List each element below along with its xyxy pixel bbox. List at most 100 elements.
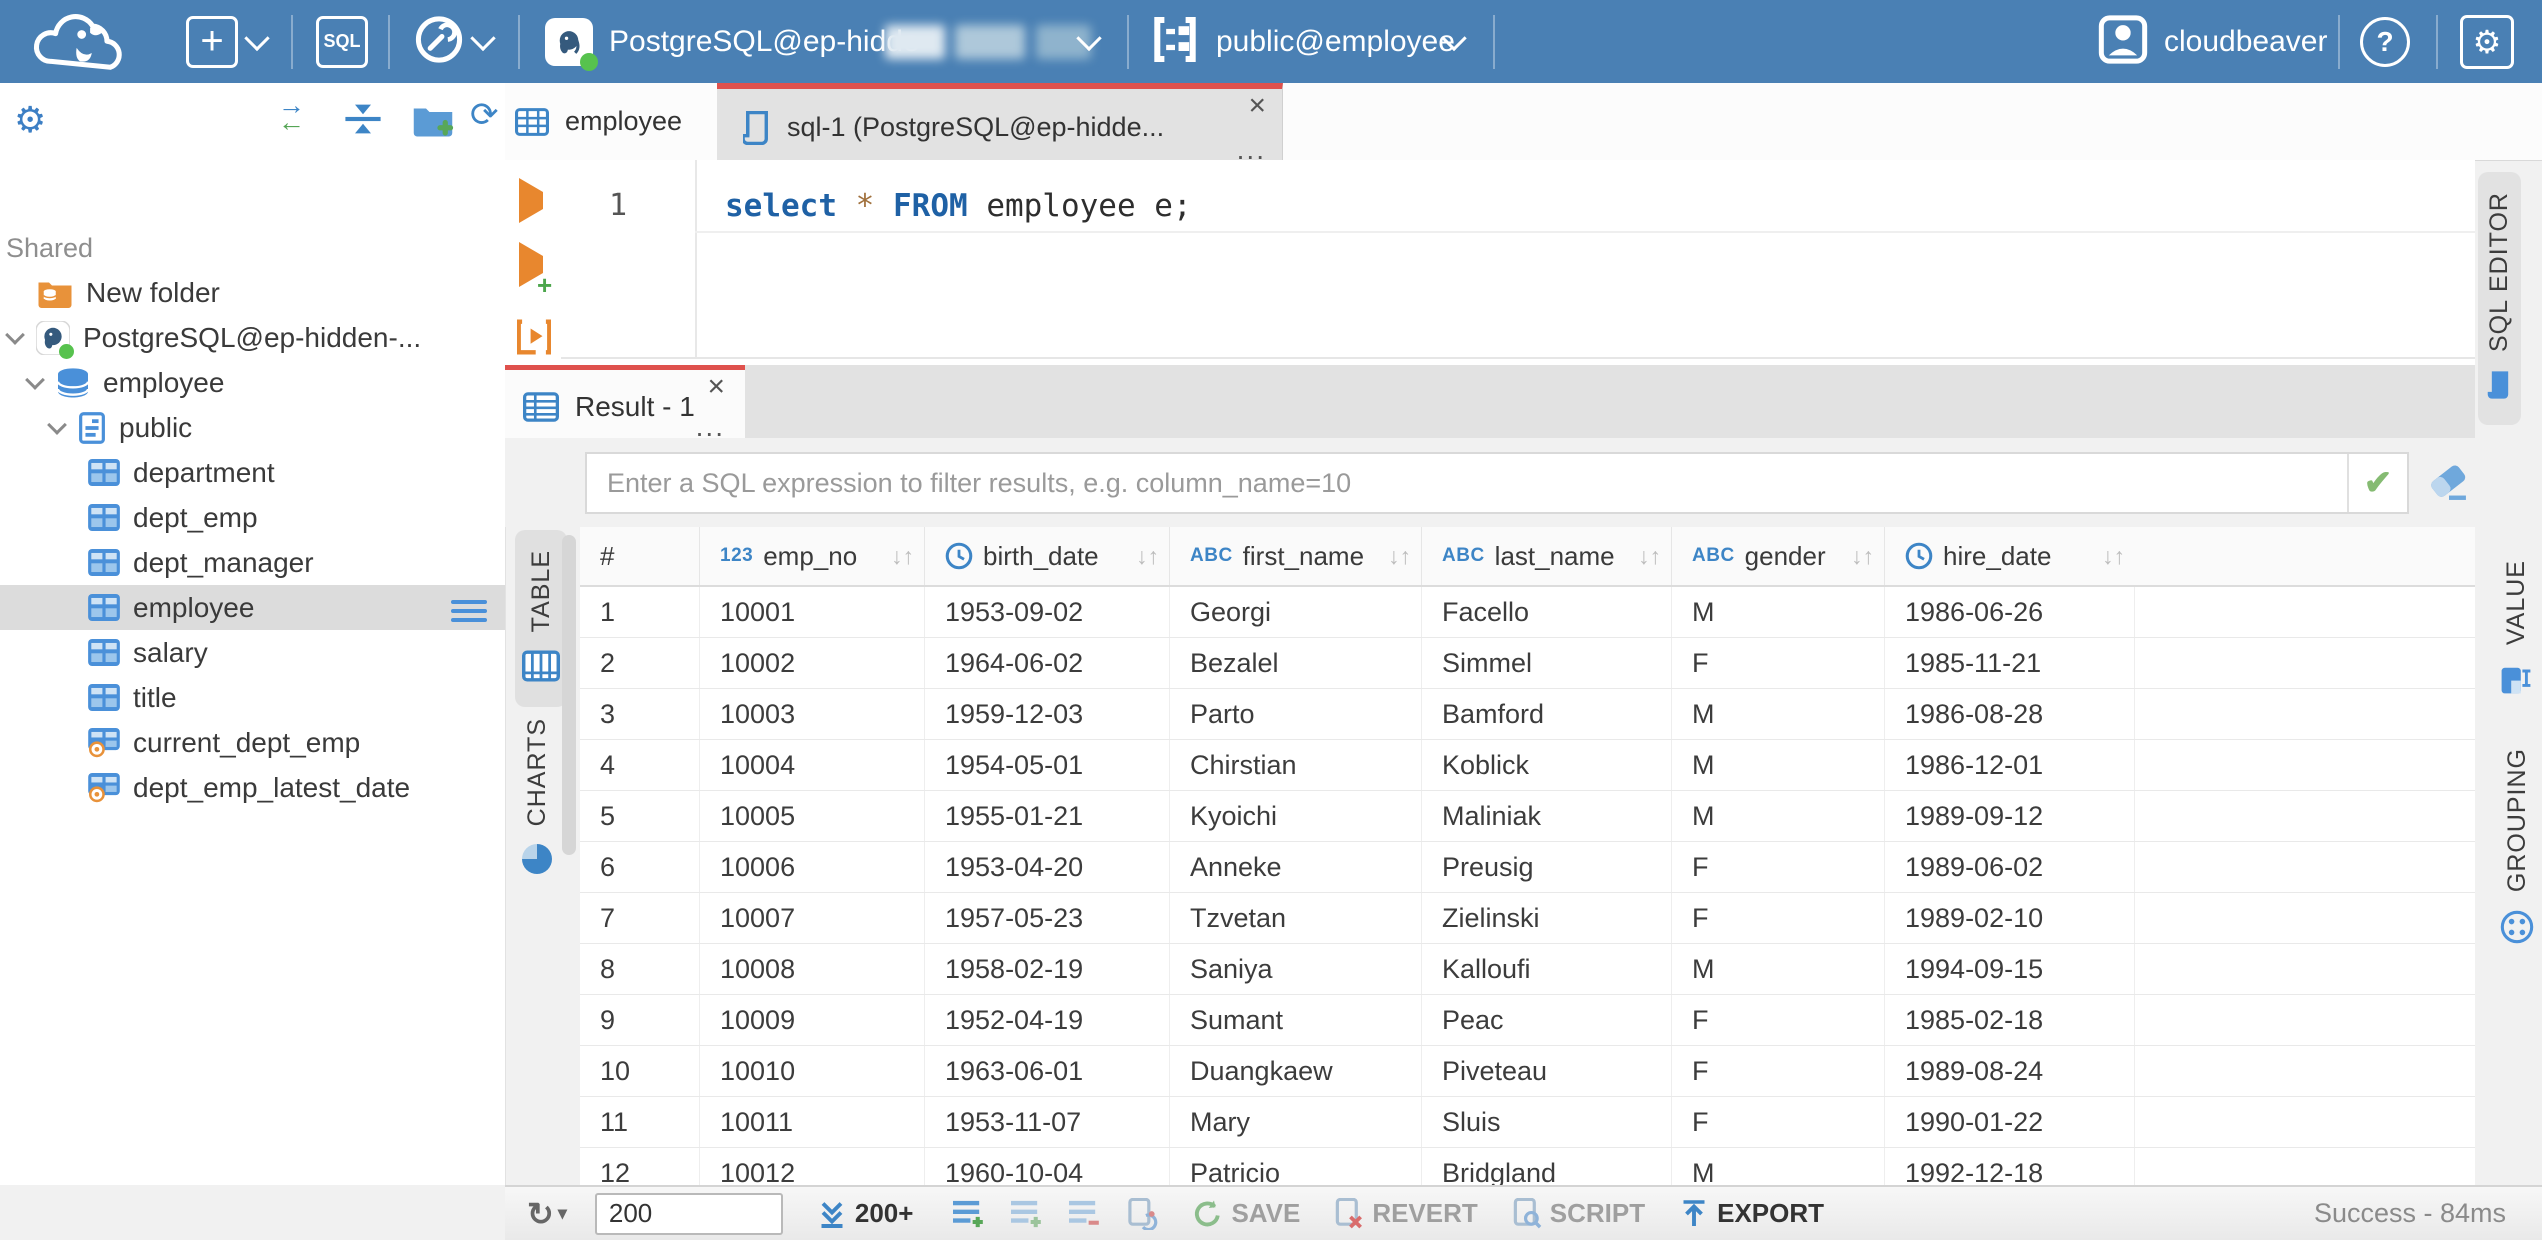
cell[interactable]: F [1672, 893, 1885, 943]
cell[interactable]: 10004 [700, 740, 925, 790]
column-header-gender[interactable]: ABC gender ↓↑ [1672, 527, 1885, 585]
cell[interactable]: Saniya [1170, 944, 1422, 994]
cell[interactable]: 10011 [700, 1097, 925, 1147]
cell[interactable]: 1986-12-01 [1885, 740, 2135, 790]
tab-employee[interactable]: employee [505, 83, 718, 160]
sort-icon[interactable]: ↓↑ [1638, 543, 1661, 570]
cell[interactable]: Piveteau [1422, 1046, 1672, 1096]
apply-script-button[interactable] [1127, 1197, 1159, 1230]
sync-connection-icon[interactable]: → ← [278, 92, 305, 136]
chevron-expanded-icon[interactable] [5, 324, 25, 345]
cell[interactable]: 10009 [700, 995, 925, 1045]
cell[interactable]: Bamford [1422, 689, 1672, 739]
cell[interactable]: 1957-05-23 [925, 893, 1170, 943]
postgresql-connection-icon[interactable] [545, 17, 598, 71]
cell[interactable]: 4 [580, 740, 700, 790]
cell[interactable]: 1989-06-02 [1885, 842, 2135, 892]
cell[interactable]: F [1672, 638, 1885, 688]
sql-code-line[interactable]: select * FROM employee e; [725, 188, 1192, 224]
vertical-tab-sql-editor[interactable]: SQL EDITOR [2478, 172, 2521, 426]
result-more-icon[interactable]: ... [696, 413, 725, 441]
cell[interactable]: 1963-06-01 [925, 1046, 1170, 1096]
cell[interactable]: Sluis [1422, 1097, 1672, 1147]
fetch-more-button[interactable]: 200+ [817, 1198, 913, 1229]
cell[interactable]: Maliniak [1422, 791, 1672, 841]
cell[interactable]: 1958-02-19 [925, 944, 1170, 994]
cell[interactable]: 10010 [700, 1046, 925, 1096]
cell[interactable]: 1959-12-03 [925, 689, 1170, 739]
column-header-rownum[interactable]: # [580, 527, 700, 585]
sort-icon[interactable]: ↓↑ [1136, 543, 1159, 570]
cell[interactable]: Kalloufi [1422, 944, 1672, 994]
vertical-tab-table-active[interactable]: TABLE [515, 530, 567, 708]
cell[interactable]: 1989-08-24 [1885, 1046, 2135, 1096]
chevron-expanded-icon[interactable] [47, 414, 67, 435]
tree-item-table[interactable]: dept_manager [0, 540, 505, 585]
execute-query-new-tab-icon[interactable]: + [519, 242, 552, 298]
column-header-first-name[interactable]: ABC first_name ↓↑ [1170, 527, 1422, 585]
tree-item-table[interactable]: department [0, 450, 505, 495]
column-header-emp-no[interactable]: 123 emp_no ↓↑ [700, 527, 925, 585]
cell[interactable]: 1989-02-10 [1885, 893, 2135, 943]
tree-item-schema[interactable]: public [0, 405, 505, 450]
tree-item-view[interactable]: current_dept_emp [0, 720, 505, 765]
cell[interactable]: 1953-09-02 [925, 587, 1170, 637]
chevron-expanded-icon[interactable] [25, 369, 45, 390]
cell[interactable]: Sumant [1170, 995, 1422, 1045]
cell[interactable]: M [1672, 587, 1885, 637]
cell[interactable]: 7 [580, 893, 700, 943]
cell[interactable]: Simmel [1422, 638, 1672, 688]
cell[interactable]: M [1672, 791, 1885, 841]
help-button[interactable]: ? [2360, 16, 2410, 67]
column-header-last-name[interactable]: ABC last_name ↓↑ [1422, 527, 1672, 585]
cell[interactable]: Facello [1422, 587, 1672, 637]
cell[interactable]: 11 [580, 1097, 700, 1147]
filter-input[interactable] [587, 454, 2347, 512]
tab-sql-editor-active[interactable]: sql-1 (PostgreSQL@ep-hidde... × ... [717, 83, 1283, 166]
cell[interactable]: 1953-04-20 [925, 842, 1170, 892]
cell[interactable]: 1986-06-26 [1885, 587, 2135, 637]
execute-script-icon[interactable] [516, 318, 552, 361]
column-header-birth-date[interactable]: birth_date ↓↑ [925, 527, 1170, 585]
tree-item-view[interactable]: dept_emp_latest_date [0, 765, 505, 810]
cell[interactable]: Preusig [1422, 842, 1672, 892]
refresh-tree-icon[interactable]: ⟳ [470, 95, 499, 135]
cell[interactable]: 1954-05-01 [925, 740, 1170, 790]
cell[interactable]: 10001 [700, 587, 925, 637]
cell[interactable]: 1 [580, 587, 700, 637]
cell[interactable]: 1989-09-12 [1885, 791, 2135, 841]
tree-item-database[interactable]: employee [0, 360, 505, 405]
connection-selector[interactable]: PostgreSQL@ep-hidde [609, 25, 920, 59]
duplicate-row-button[interactable] [1011, 1199, 1043, 1229]
tree-item-table[interactable]: salary [0, 630, 505, 675]
settings-button[interactable]: ⚙ [2460, 14, 2514, 69]
cell[interactable]: 10008 [700, 944, 925, 994]
column-header-hire-date[interactable]: hire_date ↓↑ [1885, 527, 2135, 585]
cell[interactable]: 1985-11-21 [1885, 638, 2135, 688]
tree-item-table[interactable]: title [0, 675, 505, 720]
cell[interactable]: 2 [580, 638, 700, 688]
cell[interactable]: F [1672, 1046, 1885, 1096]
schema-selector[interactable]: public@employee [1216, 25, 1455, 59]
cell[interactable]: M [1672, 944, 1885, 994]
cell[interactable]: Chirstian [1170, 740, 1422, 790]
cell[interactable]: 1964-06-02 [925, 638, 1170, 688]
clear-filter-eraser-icon[interactable] [2427, 462, 2471, 507]
script-button[interactable]: SCRIPT [1512, 1197, 1645, 1230]
cell[interactable]: 10006 [700, 842, 925, 892]
cell[interactable]: 6 [580, 842, 700, 892]
cell[interactable]: 10005 [700, 791, 925, 841]
sort-icon[interactable]: ↓↑ [1851, 543, 1874, 570]
sort-icon[interactable]: ↓↑ [2102, 543, 2125, 570]
add-row-button[interactable] [953, 1199, 985, 1229]
sidebar-settings-gear-icon[interactable]: ⚙ [14, 99, 46, 141]
revert-button[interactable]: REVERT [1334, 1197, 1478, 1230]
cell[interactable]: 1994-09-15 [1885, 944, 2135, 994]
grid-scrollbar[interactable] [562, 535, 576, 855]
tree-item-new-folder[interactable]: New folder [0, 270, 505, 315]
cell[interactable]: 10003 [700, 689, 925, 739]
export-button[interactable]: EXPORT [1679, 1198, 1824, 1229]
cell[interactable]: Peac [1422, 995, 1672, 1045]
cell[interactable]: Kyoichi [1170, 791, 1422, 841]
new-connection-chevron-icon[interactable] [244, 25, 270, 51]
